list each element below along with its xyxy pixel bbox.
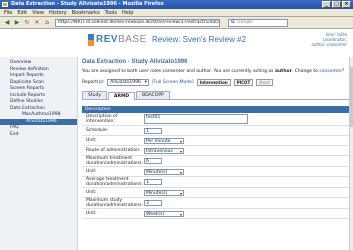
fullscreen-link[interactable]: [Full Screen Mode] <box>152 78 194 87</box>
page-header: REVBASE Review: Sven's Review #2 User: t… <box>0 29 353 57</box>
field-container: Minute(s) <box>142 168 186 176</box>
field-container: 6 <box>142 157 164 165</box>
menu-tools[interactable]: Tools <box>105 9 117 16</box>
tab-bdacopp[interactable]: BDACOPP <box>136 91 170 99</box>
form-row: Unit: Minute(s) <box>82 167 350 177</box>
numeric-input[interactable]: 1 <box>144 127 162 134</box>
field-label: Unit: <box>86 190 97 195</box>
field-label: Maximum treatment duration/administratio… <box>86 156 143 166</box>
report-select[interactable]: Allvizato1996 <box>107 79 149 86</box>
numeric-input[interactable]: 1 <box>144 179 162 185</box>
revbase-logo: REVBASE <box>96 34 147 45</box>
form-row: Average treatment duration/administratio… <box>82 177 350 188</box>
intervention-form: Description of intervention: test01 Schedu… <box>82 113 350 219</box>
reload-icon[interactable]: ↻ <box>23 19 31 27</box>
reports-label: Report(s): <box>82 80 105 85</box>
close-button[interactable]: × <box>342 1 351 8</box>
search-input[interactable]: G Google <box>228 19 288 27</box>
page-title: Review: Sven's Review #2 <box>152 35 247 44</box>
content-heading: Data Extraction - Study Allvizato1996 <box>82 59 188 65</box>
numeric-input[interactable]: 6 <box>144 158 162 164</box>
change-role-link[interactable]: consenter <box>319 69 341 74</box>
menu-help[interactable]: Help <box>122 9 133 16</box>
field-label: Unit: <box>86 211 97 216</box>
google-icon: G <box>231 20 235 25</box>
url-bar[interactable]: https://NRIT.rd.sellinet.dk/dev-revbase.… <box>55 19 220 27</box>
intervention-button[interactable]: Intervention <box>196 79 231 86</box>
field-container: 1 <box>142 127 164 135</box>
page-scrollbar[interactable] <box>349 57 353 250</box>
intervention-description-textarea[interactable]: test01 <box>144 114 248 124</box>
form-row: Unit: Minute(s) <box>82 188 350 198</box>
tab-study[interactable]: Study <box>82 91 107 99</box>
sidebar-item-exit[interactable]: Exit <box>0 132 77 139</box>
field-label: Maximum study duration/administrations: <box>86 198 143 208</box>
revbase-logo-mark <box>88 34 94 46</box>
field-container: Week(s) <box>142 210 186 218</box>
form-row: Route of administration: Intravenous <box>82 146 350 156</box>
next-button[interactable]: Next <box>256 79 273 86</box>
field-container: 3 <box>142 199 164 207</box>
maximize-button[interactable]: □ <box>332 1 341 8</box>
role-assignment-text: You are assigned to both user roles cons… <box>82 69 345 74</box>
main-content: Data Extraction - Study Allvizato1996 Yo… <box>82 57 350 250</box>
back-icon[interactable]: ◀ <box>3 19 11 27</box>
menu-history[interactable]: History <box>49 9 67 16</box>
field-container: Minute(s) <box>142 189 186 197</box>
unit-select[interactable]: Minute(s) <box>144 189 184 196</box>
menu-bookmarks[interactable]: Bookmarks <box>72 9 100 16</box>
field-label: Unit: <box>86 138 97 143</box>
unit-select[interactable]: Intravenous <box>144 147 184 154</box>
field-label: Unit: <box>86 169 97 174</box>
field-label: Average treatment duration/administratio… <box>86 177 143 187</box>
form-row: Schedule: 1 <box>82 126 350 136</box>
window-title: Data Extraction - Study Allvizato1996 - … <box>11 1 164 7</box>
description-section-header: Description <box>82 106 350 113</box>
field-label: Description of intervention: <box>86 114 118 124</box>
field-label: Schedule: <box>86 128 109 133</box>
field-container: Intravenous <box>142 147 186 155</box>
tab-bar: Study ARMD BDACOPP <box>82 91 350 100</box>
form-row: Description of intervention: test01 <box>82 113 350 126</box>
tab-armd[interactable]: ARMD <box>108 92 136 100</box>
firefox-icon <box>2 2 8 7</box>
field-container: Per minute <box>142 137 186 145</box>
menu-view[interactable]: View <box>32 9 44 16</box>
reports-bar: Report(s): Allvizato1996 [Full Screen Mo… <box>82 78 350 87</box>
form-row: Maximum treatment duration/administratio… <box>82 156 350 167</box>
window-controls: _ □ × <box>322 1 351 8</box>
web-page: REVBASE Review: Sven's Review #2 User: t… <box>0 29 353 250</box>
navigation-toolbar: ◀ ▶ ↻ ✕ ⌂ https://NRIT.rd.sellinet.dk/de… <box>0 17 353 29</box>
window-titlebar: Data Extraction - Study Allvizato1996 - … <box>0 0 353 9</box>
unit-select[interactable]: Per minute <box>144 137 184 144</box>
sidebar: Overview Review definition Import Reports D… <box>0 57 78 250</box>
menu-edit[interactable]: Edit <box>17 9 27 16</box>
form-row: Maximum study duration/administrations: 3 <box>82 198 350 209</box>
numeric-input[interactable]: 3 <box>144 200 162 206</box>
picot-button[interactable]: PICOT <box>233 79 254 86</box>
unit-select[interactable]: Minute(s) <box>144 168 184 175</box>
menu-file[interactable]: File <box>4 9 12 16</box>
field-container: test01 <box>142 113 250 125</box>
forward-icon[interactable]: ▶ <box>13 19 21 27</box>
unit-select[interactable]: Week(s) <box>144 210 184 217</box>
home-icon[interactable]: ⌂ <box>43 19 51 27</box>
field-container: 1 <box>142 178 164 186</box>
form-row: Unit: Week(s) <box>82 209 350 219</box>
menu-bar: File Edit View History Bookmarks Tools H… <box>0 9 353 17</box>
user-info: User: tvilla coordinator, author, consen… <box>311 32 347 47</box>
minimize-button[interactable]: _ <box>322 1 331 8</box>
form-row: Unit: Per minute <box>82 136 350 146</box>
field-label: Route of administration: <box>86 148 141 153</box>
stop-icon[interactable]: ✕ <box>33 19 41 27</box>
